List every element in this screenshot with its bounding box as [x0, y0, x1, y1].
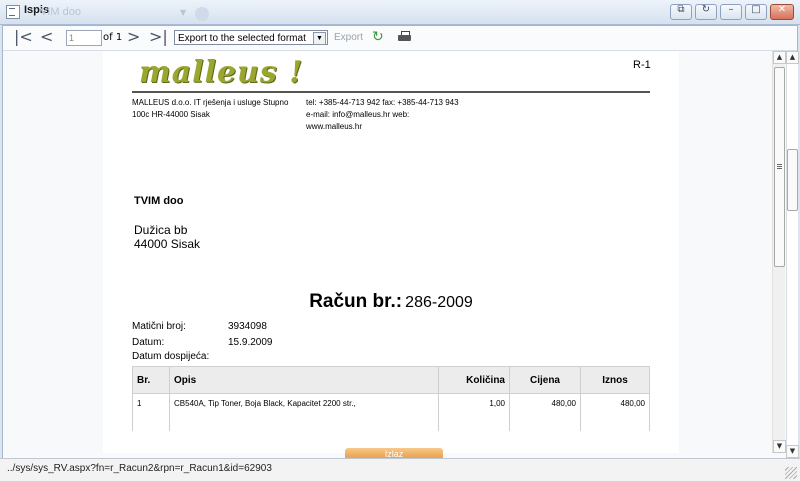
meta-label: Datum: — [132, 337, 165, 348]
window-app-icon — [6, 5, 20, 19]
table-header-row: Br. Opis Količina Cijena Iznos — [132, 366, 650, 394]
restore-button[interactable]: ⧉ — [670, 4, 692, 20]
table-cell: 1 — [132, 393, 170, 431]
scroll-up-icon[interactable]: ▲ — [786, 51, 799, 64]
company-logo: malleus ! — [139, 55, 304, 90]
column-header: Količina — [438, 366, 510, 394]
scroll-down-icon[interactable]: ▼ — [773, 440, 786, 453]
scrollbar-thumb[interactable] — [774, 67, 785, 267]
previous-page-icon[interactable]: < — [40, 29, 53, 45]
restore-icon: ⧉ — [677, 4, 685, 15]
meta-value: 15.9.2009 — [228, 337, 273, 348]
minimize-icon: – — [728, 4, 734, 15]
status-url: ../sys/sys_RV.aspx?fn=r_Racun2&rpn=r_Rac… — [7, 463, 272, 474]
report-canvas: malleus ! R-1 MALLEUS d.o.o. IT rješenja… — [4, 51, 772, 453]
background-button-icon — [195, 7, 209, 21]
maximize-icon: □ — [751, 4, 761, 15]
refresh-icon: ↻ — [701, 4, 711, 15]
company-line: MALLEUS d.o.o. IT rješenja i usluge Stup… — [132, 98, 289, 107]
export-format-value: Export to the selected format — [178, 33, 306, 44]
customer-street: Dužica bb — [134, 223, 188, 237]
background-window-text: VIM doo — [40, 6, 81, 18]
document-code: R-1 — [633, 59, 651, 71]
company-address: MALLEUS d.o.o. IT rješenja i usluge Stup… — [132, 97, 302, 121]
table-cell: 480,00 — [580, 393, 650, 431]
column-header: Opis — [169, 366, 439, 394]
column-header: Iznos — [580, 366, 650, 394]
column-header: Cijena — [509, 366, 581, 394]
export-format-select[interactable]: Export to the selected format ▼ — [174, 30, 328, 45]
meta-row: Datum: 15.9.2009 — [132, 337, 273, 348]
close-button[interactable]: ✕ — [770, 4, 794, 20]
report-toolbar: |< < 1 of 1 > >| Export to the selected … — [3, 26, 797, 51]
close-icon: ✕ — [777, 4, 787, 15]
page-number-input[interactable]: 1 — [66, 30, 102, 46]
report-scrollbar[interactable]: ▲ ▼ — [772, 51, 786, 453]
status-bar: ../sys/sys_RV.aspx?fn=r_Racun2&rpn=r_Rac… — [0, 458, 800, 481]
next-page-icon[interactable]: > — [127, 29, 140, 45]
invoice-page: malleus ! R-1 MALLEUS d.o.o. IT rješenja… — [103, 51, 679, 453]
scroll-up-icon[interactable]: ▲ — [773, 51, 786, 64]
minimize-button[interactable]: – — [720, 4, 742, 20]
customer-name: TVIM doo — [134, 195, 184, 207]
maximize-button[interactable]: □ — [745, 4, 767, 20]
customer-address: Dužica bb 44000 Sisak — [134, 223, 200, 251]
contact-line: tel: +385-44-713 942 fax: +385-44-713 94… — [306, 98, 459, 107]
resize-grip-icon[interactable] — [785, 467, 797, 479]
page-scrollbar[interactable]: ▲ ▼ — [786, 51, 799, 458]
customer-city: 44000 Sisak — [134, 237, 201, 251]
page-count-label: of 1 — [103, 32, 123, 43]
scrollbar-thumb[interactable] — [787, 149, 798, 211]
invoice-items-table: Br. Opis Količina Cijena Iznos 1 CB540A,… — [132, 366, 650, 431]
meta-row: Datum dospijeća: — [132, 351, 209, 362]
contact-line: e-mail: info@malleus.hr web: — [306, 110, 410, 119]
company-line: 100c HR-44000 Sisak — [132, 110, 210, 119]
report-viewer: |< < 1 of 1 > >| Export to the selected … — [2, 25, 799, 459]
header-divider — [132, 91, 650, 93]
last-page-icon[interactable]: >| — [149, 29, 168, 45]
invoice-title: Račun br.: 286-2009 — [103, 291, 679, 313]
meta-label: Datum dospijeća: — [132, 351, 210, 362]
invoice-number: 286-2009 — [405, 294, 473, 311]
column-header: Br. — [132, 366, 170, 394]
meta-value: 3934098 — [228, 321, 267, 332]
chevron-down-icon: ▼ — [313, 32, 326, 45]
export-link[interactable]: Export — [334, 32, 363, 43]
first-page-icon[interactable]: |< — [14, 29, 33, 45]
table-cell: CB540A, Tip Toner, Boja Black, Kapacitet… — [169, 393, 439, 431]
reload-button[interactable]: ↻ — [695, 4, 717, 20]
table-row: 1 CB540A, Tip Toner, Boja Black, Kapacit… — [132, 393, 650, 431]
company-contact: tel: +385-44-713 942 fax: +385-44-713 94… — [306, 97, 486, 133]
meta-label: Matični broj: — [132, 321, 186, 332]
printer-icon[interactable] — [398, 31, 411, 43]
contact-line: www.malleus.hr — [306, 122, 363, 131]
invoice-label: Račun br.: — [309, 291, 403, 312]
refresh-icon[interactable]: ↻ — [372, 30, 384, 44]
window-titlebar[interactable]: Ispis VIM doo ▼ ⧉ ↻ – □ ✕ — [0, 0, 800, 25]
table-cell: 480,00 — [509, 393, 581, 431]
scroll-down-icon[interactable]: ▼ — [786, 445, 799, 458]
background-dropdown-icon: ▼ — [180, 8, 187, 17]
window-controls: ⧉ ↻ – □ ✕ — [670, 4, 794, 20]
exit-button[interactable]: Izlaz — [345, 448, 443, 459]
table-cell: 1,00 — [438, 393, 510, 431]
meta-row: Matični broj: 3934098 — [132, 321, 267, 332]
